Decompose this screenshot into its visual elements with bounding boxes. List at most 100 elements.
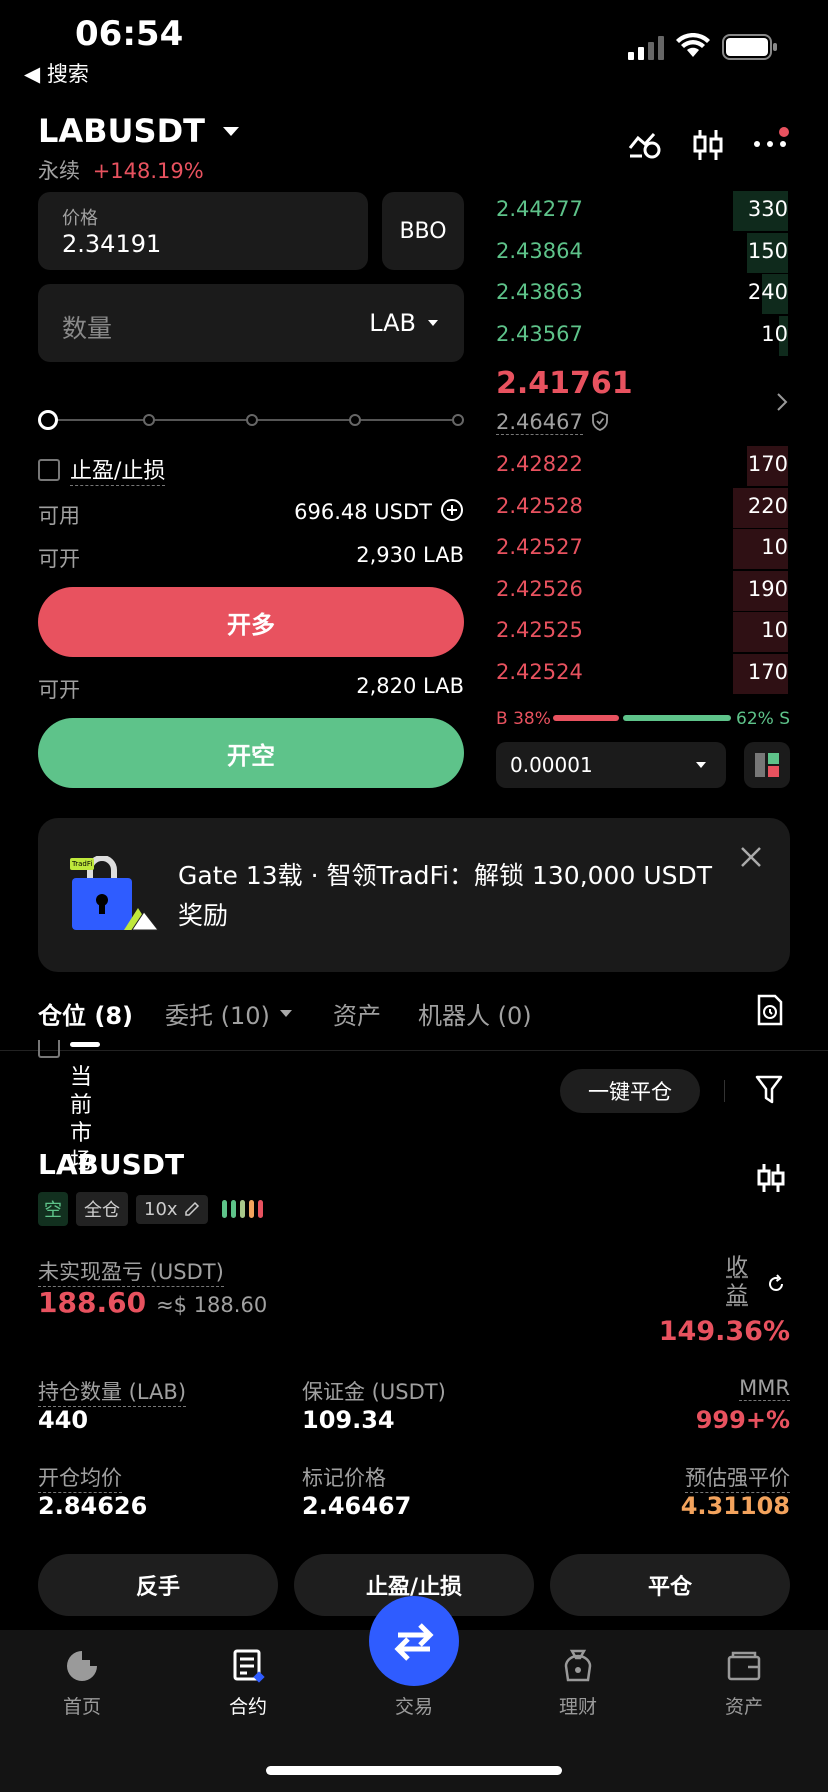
history-document-icon[interactable] (756, 994, 784, 1030)
margin-label: 保证金 (USDT) (302, 1380, 446, 1404)
bbo-button[interactable]: BBO (382, 192, 464, 270)
bbo-label: BBO (399, 218, 447, 244)
position-chart-icon[interactable] (756, 1162, 786, 1198)
quantity-slider[interactable] (38, 410, 464, 430)
quantity-unit-selector[interactable]: LAB (369, 309, 438, 337)
bid-price: 2.42525 (496, 618, 583, 642)
quantity-unit: LAB (369, 309, 416, 337)
bid-price: 2.42526 (496, 576, 583, 601)
bid-qty: 190 (747, 576, 788, 601)
open-long-value: 2,930 LAB (356, 543, 464, 567)
bid-row[interactable]: 2.42526 190 (496, 570, 788, 611)
roe-label: 收益 (726, 1255, 749, 1308)
margin-value: 109.34 (302, 1406, 395, 1434)
reverse-button[interactable]: 反手 (38, 1554, 278, 1616)
candlestick-icon[interactable] (692, 128, 724, 166)
last-price[interactable]: 2.41761 (496, 366, 633, 401)
bid-row[interactable]: 2.42528 220 (496, 487, 788, 528)
bid-qty: 170 (747, 452, 788, 476)
nav-trade[interactable]: 交易 (354, 1692, 474, 1719)
bid-row[interactable]: 2.42822 170 (496, 446, 788, 486)
ask-row[interactable]: 2.43864 150 (496, 232, 788, 273)
contract-type: 永续 (38, 159, 80, 183)
quantity-input[interactable]: 数量 LAB (38, 284, 464, 362)
price-input[interactable]: 价格 2.34191 (38, 192, 368, 270)
bid-qty: 170 (747, 659, 788, 684)
close-position-button[interactable]: 平仓 (550, 1554, 790, 1616)
ask-qty: 240 (747, 280, 788, 304)
nav-assets-label: 资产 (724, 1696, 763, 1718)
filter-icon[interactable] (755, 1074, 783, 1110)
add-circle-icon[interactable] (440, 498, 464, 526)
bid-price: 2.42822 (496, 452, 583, 476)
nav-futures-label: 合约 (228, 1696, 267, 1718)
trend-chart-icon[interactable] (628, 130, 662, 164)
nav-finance[interactable]: 理财 (518, 1648, 638, 1719)
sell-ratio-label: 62% S (736, 709, 790, 729)
bid-row[interactable]: 2.42525 10 (496, 612, 788, 652)
nav-futures[interactable]: 合约 (188, 1648, 308, 1719)
wifi-icon (676, 32, 710, 63)
tpsl-checkbox[interactable]: 止盈/止损 (38, 453, 166, 486)
trade-swap-button[interactable] (369, 1596, 459, 1686)
entry-price-label: 开仓均价 (38, 1462, 122, 1493)
open-long-label-text: 开多 (227, 610, 275, 639)
slider-handle[interactable] (38, 410, 58, 430)
wallet-icon (727, 1651, 761, 1681)
status-time: 06:54 (75, 14, 184, 54)
nav-finance-label: 理财 (558, 1696, 597, 1718)
symbol-title: LABUSDT (38, 112, 205, 150)
open-short-button[interactable]: 开空 (38, 718, 464, 788)
more-menu-icon[interactable] (752, 124, 792, 154)
home-indicator (266, 1766, 562, 1775)
buy-sell-ratio-bar (553, 715, 731, 721)
tab-orders[interactable]: 委托 (10) (165, 996, 292, 1031)
liq-price-label: 预估强平价 (685, 1462, 790, 1493)
close-icon[interactable] (738, 844, 764, 874)
tab-positions[interactable]: 仓位 (8) (38, 996, 133, 1031)
ask-qty: 150 (747, 238, 788, 263)
mmr-label: MMR (739, 1376, 790, 1401)
signal-icon (628, 36, 666, 64)
price-change-percent: +148.19% (92, 159, 204, 183)
mark-price: 2.46467 (496, 410, 583, 435)
shield-icon (591, 410, 609, 435)
tab-bots[interactable]: 机器人 (0) (418, 996, 532, 1031)
bid-row[interactable]: 2.42524 170 (496, 653, 788, 694)
ask-row[interactable]: 2.44277 330 (496, 191, 788, 231)
nav-trade-label: 交易 (394, 1696, 433, 1718)
promo-banner[interactable]: TradFi Gate 13载 · 智领TradFi：解锁 130,000 US… (38, 818, 790, 972)
adl-indicator-icon (221, 1200, 263, 1218)
precision-selector[interactable]: 0.00001 (496, 742, 726, 788)
open-long-label: 可开 (38, 547, 80, 571)
ask-row[interactable]: 2.43863 240 (496, 274, 788, 314)
nav-home-label: 首页 (62, 1696, 101, 1718)
back-to-search-link[interactable]: ◀ 搜索 (24, 58, 89, 88)
finance-bag-icon (564, 1649, 592, 1682)
tab-assets[interactable]: 资产 (333, 996, 381, 1031)
ask-row[interactable]: 2.43567 10 (496, 315, 788, 356)
close-all-button[interactable]: 一键平仓 (560, 1069, 700, 1113)
open-long-button[interactable]: 开多 (38, 587, 464, 657)
nav-home[interactable]: 首页 (22, 1648, 142, 1719)
bid-qty: 220 (747, 493, 788, 518)
refresh-icon[interactable] (766, 1274, 786, 1298)
nav-assets[interactable]: 资产 (684, 1648, 804, 1719)
ask-price: 2.43567 (496, 321, 583, 346)
bid-price: 2.42528 (496, 493, 583, 518)
bid-row[interactable]: 2.42527 10 (496, 529, 788, 569)
symbol-selector[interactable]: LABUSDT (38, 112, 239, 150)
orderbook-layout-icon[interactable] (744, 742, 790, 788)
mark-price-label: 标记价格 (302, 1466, 386, 1490)
upnl-usd: ≈$ 188.60 (156, 1293, 268, 1317)
size-label: 持仓数量 (LAB) (38, 1376, 187, 1407)
bid-price: 2.42527 (496, 535, 583, 559)
promo-badge: TradFi (72, 860, 93, 868)
roe-value: 149.36% (658, 1316, 790, 1347)
price-label: 价格 (62, 208, 98, 229)
position-symbol[interactable]: LABUSDT (38, 1148, 184, 1181)
buy-ratio-label: B 38% (496, 709, 551, 729)
orderbook-expand-chevron-icon[interactable] (776, 392, 788, 416)
leverage-badge[interactable]: 10x (136, 1194, 208, 1224)
leverage-value: 10x (144, 1198, 178, 1220)
